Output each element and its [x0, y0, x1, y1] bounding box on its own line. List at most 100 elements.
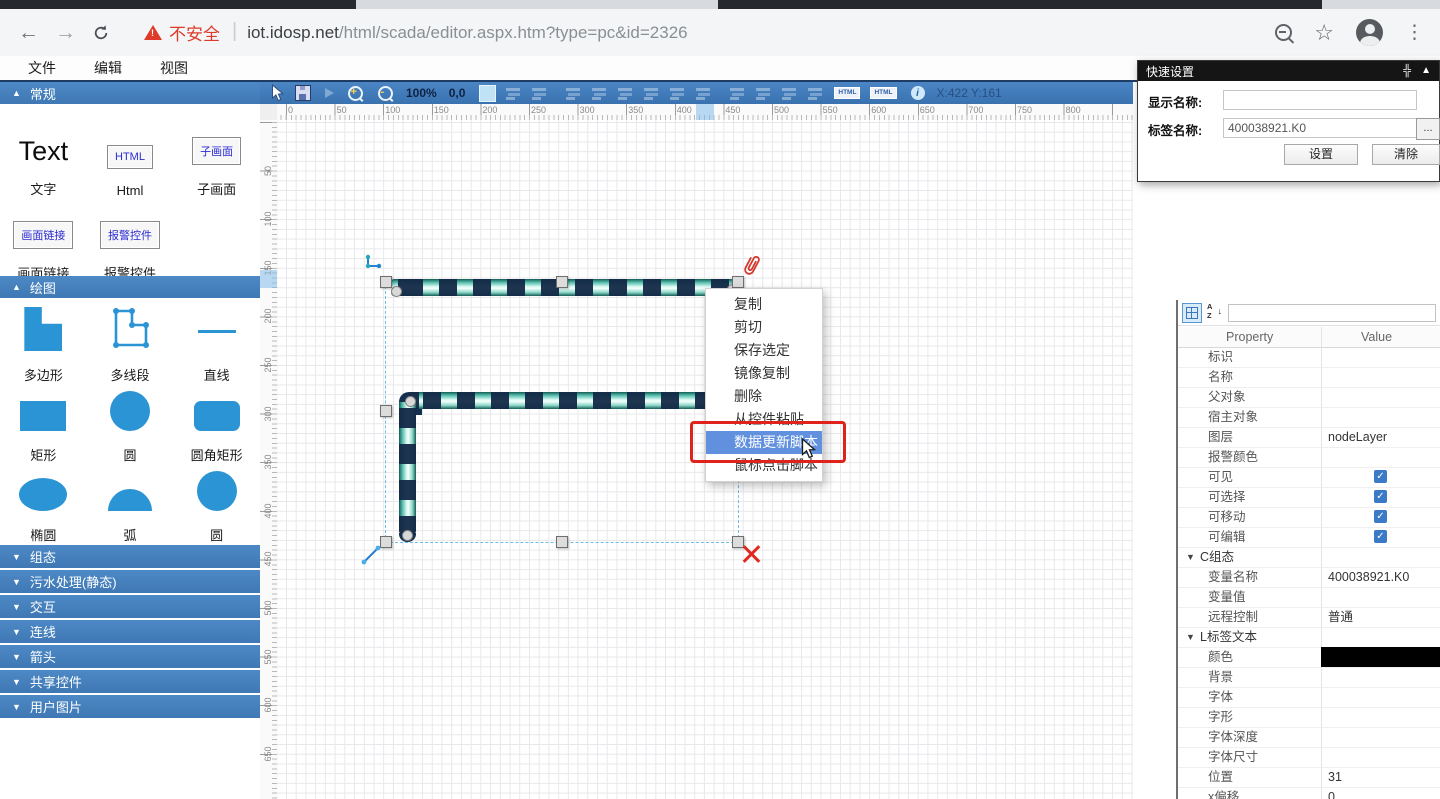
tool-报警控件[interactable]: 报警控件报警控件 [87, 198, 174, 282]
browser-menu-icon[interactable]: ⋮ [1405, 23, 1424, 42]
tool-子画面[interactable]: 子画面子画面 [173, 114, 260, 198]
selection-handle-s[interactable] [556, 536, 568, 548]
context-menu-item-1[interactable]: 剪切 [706, 316, 822, 339]
section-header-drawing[interactable]: ▲ 绘图 [0, 276, 260, 298]
back-icon[interactable]: ← [18, 22, 39, 43]
property-value[interactable] [1322, 747, 1440, 767]
section-header-collapsed-1[interactable]: ▼污水处理(静态) [0, 570, 260, 593]
shape-tool-arc[interactable]: 弧 [87, 464, 174, 544]
tool-文字[interactable]: Text文字 [0, 114, 87, 198]
section-header-collapsed-5[interactable]: ▼共享控件 [0, 670, 260, 693]
clear-button[interactable]: 清除 [1372, 144, 1440, 165]
shape-tool-rounded-rect[interactable]: 圆角矩形 [173, 384, 260, 464]
property-checkbox[interactable]: ✓ [1374, 510, 1387, 523]
section-header-collapsed-3[interactable]: ▼连线 [0, 620, 260, 643]
canvas-color-icon[interactable] [479, 85, 496, 102]
pipe-endpoint-dot[interactable] [402, 530, 413, 541]
set-button[interactable]: 设置 [1284, 144, 1358, 165]
quick-settings-titlebar[interactable]: 快速设置 ╬ ▲ [1138, 61, 1439, 81]
display-name-input[interactable] [1223, 90, 1417, 110]
property-value[interactable] [1322, 367, 1440, 387]
property-value[interactable] [1322, 587, 1440, 607]
run-icon[interactable] [320, 84, 338, 102]
shape-tool-ellipse[interactable]: 椭圆 [0, 464, 87, 544]
design-canvas[interactable]: 复制剪切保存选定镜像复制删除从控件粘贴数据更新脚本鼠标点击脚本 [277, 120, 1133, 799]
context-menu-item-4[interactable]: 删除 [706, 385, 822, 408]
pipe-middle[interactable] [409, 392, 737, 409]
property-value[interactable]: 普通 [1322, 607, 1440, 627]
property-value[interactable] [1322, 667, 1440, 687]
group-arrow-icon[interactable]: ▼ [1186, 627, 1195, 647]
bookmark-star-icon[interactable]: ☆ [1314, 22, 1334, 44]
menubar-item-0[interactable]: 文件 [18, 58, 66, 78]
security-warning-icon[interactable]: ! [144, 25, 162, 40]
tool-画面链接[interactable]: 画面链接画面链接 [0, 198, 87, 282]
tag-browse-button[interactable]: ... [1416, 118, 1440, 140]
property-value[interactable] [1322, 447, 1440, 467]
shape-tool-polygon[interactable]: 多边形 [0, 304, 87, 384]
edit-vertices-icon[interactable] [363, 253, 383, 273]
selection-handle-n[interactable] [556, 276, 568, 288]
context-menu-item-3[interactable]: 镜像复制 [706, 362, 822, 385]
property-value[interactable]: nodeLayer [1322, 427, 1440, 447]
url-bar[interactable]: iot.idosp.net/html/scada/editor.aspx.htm… [247, 23, 687, 43]
sort-az-icon[interactable]: AZ↓ [1205, 303, 1223, 321]
delete-x-icon[interactable] [741, 543, 761, 563]
pipe-vertical[interactable] [399, 400, 416, 534]
property-checkbox[interactable]: ✓ [1374, 490, 1387, 503]
color-swatch[interactable] [1321, 647, 1440, 667]
shape-tool-rect[interactable]: 矩形 [0, 384, 87, 464]
dock-icon[interactable]: ╬ [1403, 66, 1411, 77]
menubar-item-1[interactable]: 编辑 [84, 58, 132, 78]
shape-tool-polyline[interactable]: 多线段 [87, 304, 174, 384]
property-checkbox[interactable]: ✓ [1374, 470, 1387, 483]
tag-name-input[interactable] [1223, 118, 1417, 138]
zoom-out-page-icon[interactable] [1275, 24, 1292, 41]
tool-Html[interactable]: HTMLHtml [87, 114, 174, 198]
property-value[interactable] [1322, 407, 1440, 427]
categorized-view-icon[interactable] [1182, 303, 1202, 323]
zoom-in-icon[interactable]: + [346, 84, 364, 102]
group-arrow-icon[interactable]: ▼ [1186, 547, 1195, 567]
shape-tool-circle[interactable]: 圆 [87, 384, 174, 464]
section-header-collapsed-4[interactable]: ▼箭头 [0, 645, 260, 668]
context-menu-item-2[interactable]: 保存选定 [706, 339, 822, 362]
property-checkbox[interactable]: ✓ [1374, 530, 1387, 543]
property-value[interactable] [1322, 727, 1440, 747]
browser-tab[interactable] [1322, 0, 1440, 9]
property-value[interactable] [1322, 387, 1440, 407]
reload-icon[interactable] [92, 24, 110, 42]
property-value[interactable] [1322, 347, 1440, 367]
context-menu-item-0[interactable]: 复制 [706, 293, 822, 316]
section-header-collapsed-2[interactable]: ▼交互 [0, 595, 260, 618]
browser-tab[interactable] [356, 0, 718, 9]
property-value[interactable]: 31 [1322, 767, 1440, 787]
profile-avatar[interactable] [1356, 19, 1383, 46]
zoom-out-icon[interactable]: - [376, 84, 394, 102]
section-header-general[interactable]: ▲ 常规 [0, 82, 260, 104]
line-tool-icon[interactable] [360, 544, 382, 566]
section-header-collapsed-0[interactable]: ▼组态 [0, 545, 260, 568]
info-icon[interactable]: i [911, 86, 925, 100]
html-export-icon[interactable]: HTML [834, 87, 860, 100]
forward-icon[interactable]: → [55, 22, 76, 43]
collapse-panel-icon[interactable]: ▲ [1421, 66, 1431, 76]
property-filter-box[interactable] [1228, 304, 1436, 322]
property-value[interactable] [1322, 687, 1440, 707]
save-icon[interactable] [294, 84, 312, 102]
selection-handle-w[interactable] [380, 405, 392, 417]
pipe-endpoint-dot[interactable] [391, 286, 402, 297]
property-value[interactable]: 0 [1322, 787, 1440, 799]
select-tool-icon[interactable] [268, 84, 286, 102]
selection-handle-nw[interactable] [380, 276, 392, 288]
pipe-endpoint-dot[interactable] [405, 396, 416, 407]
property-value[interactable]: 400038921.K0 [1322, 567, 1440, 587]
html-view-icon[interactable]: HTML [870, 87, 896, 100]
attach-paperclip-icon[interactable] [740, 252, 762, 280]
menubar-item-2[interactable]: 视图 [150, 58, 198, 78]
shape-tool-line[interactable]: 直线 [173, 304, 260, 384]
property-value[interactable] [1322, 707, 1440, 727]
security-warning-text[interactable]: 不安全 [169, 20, 220, 45]
section-header-collapsed-6[interactable]: ▼用户图片 [0, 695, 260, 718]
shape-tool-circle[interactable]: 圆 [173, 464, 260, 544]
